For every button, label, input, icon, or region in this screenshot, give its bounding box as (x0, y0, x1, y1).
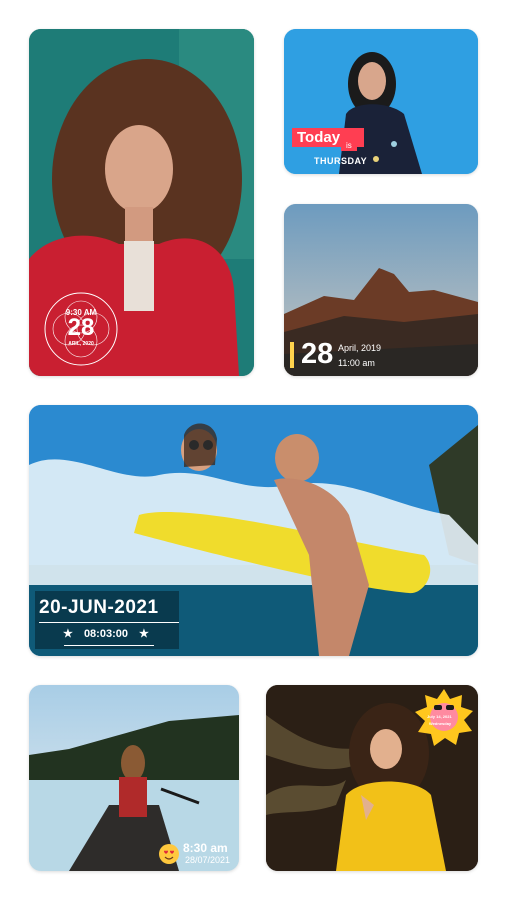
ring-pattern-icon (44, 292, 118, 366)
pool-date: 20-JUN-2021 (39, 597, 159, 618)
photo-card-today[interactable]: Today is THURSDAY (284, 29, 478, 174)
lake-date: 28/07/2021 (185, 855, 231, 865)
accent-bar (290, 342, 294, 368)
photo-card-pool[interactable]: 20-JUN-2021 ★ 08:03:00 ★ (29, 405, 478, 656)
photo-card-lake[interactable]: 8:30 am 28/07/2021 (29, 685, 239, 871)
lake-time: 8:30 am (183, 841, 228, 855)
mountain-day: 28 (301, 338, 334, 370)
ring-clock-widget[interactable]: 9:30 AM 28 ARIL, 2020 (43, 291, 119, 367)
star-icon: ★ (139, 628, 149, 640)
pool-time: 08:03:00 (83, 628, 128, 640)
mountain-month-year: April, 2019 (338, 343, 382, 353)
blue-wall-portrait-image (284, 29, 478, 174)
mountain-time: 11:00 am (338, 358, 375, 368)
today-is-label: is (341, 140, 357, 151)
divider-bottom (64, 645, 154, 646)
photo-card-mountain[interactable]: 28 April, 2019 11:00 am (284, 204, 478, 376)
heart-eyes-emoji-icon (159, 844, 179, 864)
sun-weekday: Wednesday (429, 721, 452, 726)
pool-time-row: ★ 08:03:00 ★ (63, 627, 149, 640)
sun-date: July 14, 2021 (427, 714, 452, 719)
divider-top (39, 622, 179, 623)
star-icon: ★ (63, 628, 73, 640)
photo-card-sun[interactable]: July 14, 2021 Wednesday (266, 685, 478, 871)
today-weekday: THURSDAY (314, 156, 368, 166)
photo-card-curly-portrait[interactable]: 9:30 AM 28 ARIL, 2020 (29, 29, 254, 376)
